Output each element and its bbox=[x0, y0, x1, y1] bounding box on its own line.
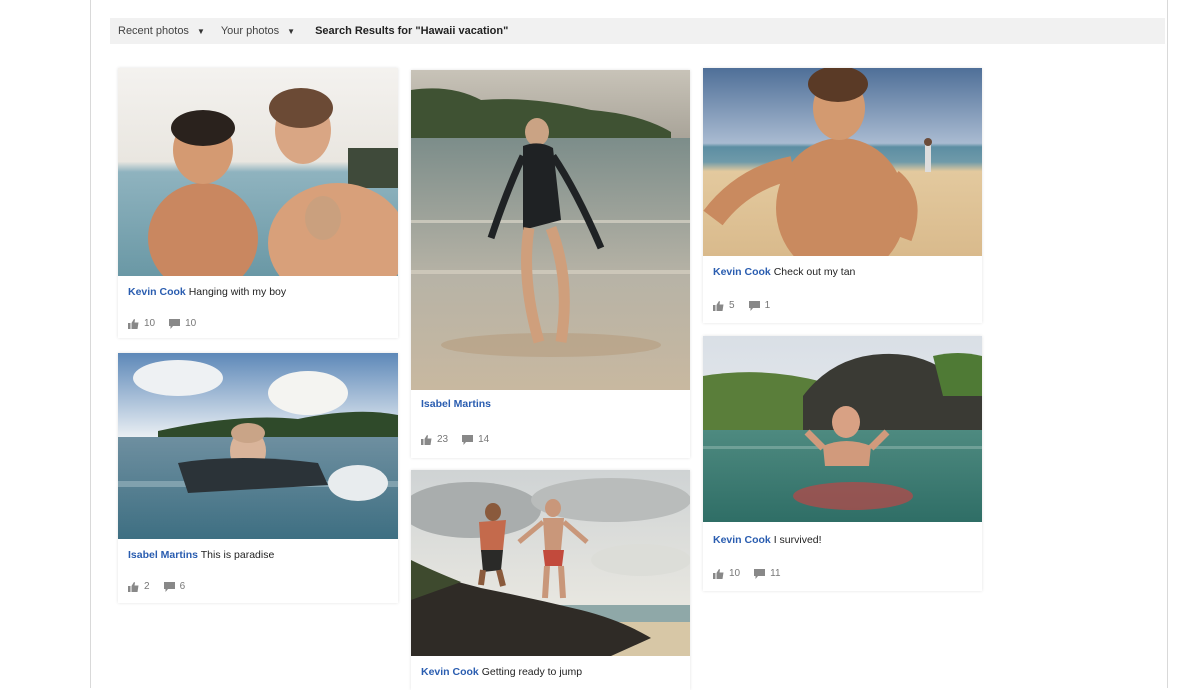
like-button[interactable]: 2 bbox=[128, 581, 150, 592]
thumbs-up-icon bbox=[128, 318, 139, 329]
caption-text: This is paradise bbox=[200, 549, 275, 561]
thumbs-up-icon bbox=[421, 434, 432, 445]
like-count: 23 bbox=[437, 434, 449, 445]
caption-text: Getting ready to jump bbox=[481, 666, 583, 678]
photo-caption: Kevin Cook Hanging with my boy bbox=[128, 286, 286, 298]
author-link[interactable]: Kevin Cook bbox=[713, 534, 771, 546]
recent-photos-dropdown[interactable]: Recent photos ▼ bbox=[110, 18, 213, 44]
caption-text: I survived! bbox=[773, 534, 822, 546]
photo-card: Kevin Cook I survived! 10 11 bbox=[703, 336, 982, 591]
photo-card: Kevin Cook Getting ready to jump bbox=[411, 470, 690, 690]
comment-button[interactable]: 14 bbox=[462, 434, 489, 445]
comment-count: 11 bbox=[770, 568, 781, 579]
comment-count: 10 bbox=[185, 318, 197, 329]
author-link[interactable]: Isabel Martins bbox=[421, 398, 491, 410]
comment-button[interactable]: 11 bbox=[754, 568, 781, 579]
author-link[interactable]: Kevin Cook bbox=[128, 286, 186, 298]
photo-caption: Isabel Martins This is paradise bbox=[128, 549, 274, 561]
caret-down-icon: ▼ bbox=[287, 26, 296, 36]
comment-button[interactable]: 1 bbox=[748, 300, 771, 311]
photo-stats: 10 11 bbox=[713, 568, 795, 579]
photo-caption: Kevin Cook Getting ready to jump bbox=[421, 666, 582, 678]
thumbs-up-icon bbox=[713, 300, 724, 311]
photo-caption: Isabel Martins bbox=[421, 398, 491, 410]
comment-icon bbox=[169, 318, 181, 329]
photo[interactable] bbox=[703, 68, 982, 256]
photo-caption: Kevin Cook I survived! bbox=[713, 534, 822, 546]
like-button[interactable]: 23 bbox=[421, 434, 448, 445]
recent-photos-label: Recent photos bbox=[118, 25, 189, 37]
author-link[interactable]: Kevin Cook bbox=[713, 266, 771, 278]
photo-stats: 23 14 bbox=[421, 434, 503, 445]
comment-button[interactable]: 10 bbox=[169, 318, 196, 329]
photo-card: Isabel Martins 23 14 bbox=[411, 70, 690, 458]
photo[interactable] bbox=[118, 353, 398, 539]
like-button[interactable]: 10 bbox=[128, 318, 155, 329]
photo-caption: Kevin Cook Check out my tan bbox=[713, 266, 855, 278]
like-count: 10 bbox=[729, 568, 741, 579]
toolbar: Recent photos ▼ Your photos ▼ Search Res… bbox=[110, 18, 1165, 44]
caption-text: Hanging with my boy bbox=[188, 286, 287, 298]
photo[interactable] bbox=[411, 470, 690, 656]
comment-button[interactable]: 6 bbox=[163, 581, 186, 592]
search-results-title: Search Results for "Hawaii vacation" bbox=[315, 25, 509, 37]
comment-count: 1 bbox=[764, 300, 771, 311]
your-photos-label: Your photos bbox=[220, 25, 280, 37]
comment-count: 6 bbox=[179, 581, 186, 592]
comment-icon bbox=[163, 581, 175, 592]
comment-icon bbox=[462, 434, 474, 445]
photo-card: Isabel Martins This is paradise 2 6 bbox=[118, 353, 398, 603]
author-link[interactable]: Kevin Cook bbox=[421, 666, 479, 678]
thumbs-up-icon bbox=[713, 568, 724, 579]
photo-stats: 10 10 bbox=[128, 318, 210, 329]
like-count: 5 bbox=[729, 300, 735, 311]
like-count: 10 bbox=[144, 318, 156, 329]
photo[interactable] bbox=[411, 70, 690, 390]
photo-card: Kevin Cook Hanging with my boy 10 10 bbox=[118, 68, 398, 338]
photo-stats: 2 6 bbox=[128, 581, 199, 592]
your-photos-dropdown[interactable]: Your photos ▼ bbox=[213, 18, 303, 44]
caret-down-icon: ▼ bbox=[196, 26, 205, 36]
comment-icon bbox=[748, 300, 760, 311]
thumbs-up-icon bbox=[128, 581, 139, 592]
photo-card: Kevin Cook Check out my tan 5 1 bbox=[703, 68, 982, 323]
like-count: 2 bbox=[144, 581, 150, 592]
comment-icon bbox=[754, 568, 766, 579]
like-button[interactable]: 10 bbox=[713, 568, 740, 579]
photo[interactable] bbox=[118, 68, 398, 276]
caption-text: Check out my tan bbox=[773, 266, 856, 278]
author-link[interactable]: Isabel Martins bbox=[128, 549, 198, 561]
comment-count: 14 bbox=[478, 434, 490, 445]
photo-stats: 5 1 bbox=[713, 300, 784, 311]
photo[interactable] bbox=[703, 336, 982, 522]
like-button[interactable]: 5 bbox=[713, 300, 735, 311]
